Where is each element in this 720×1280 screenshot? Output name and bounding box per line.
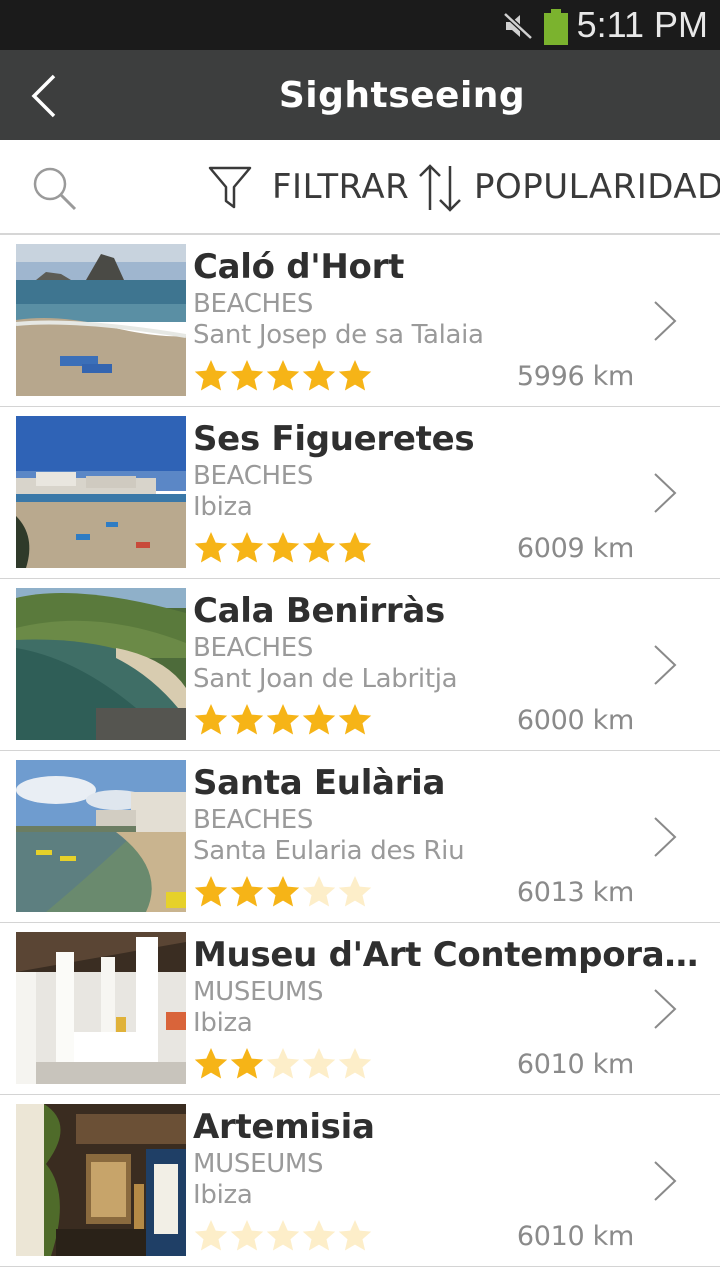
star-filled-icon (338, 360, 372, 391)
rating-stars (193, 874, 373, 910)
star-filled-icon (230, 1048, 264, 1079)
star-filled-icon (266, 360, 300, 391)
star-filled-icon (302, 360, 336, 391)
list-item[interactable]: Ses Figueretes BEACHES Ibiza 6009 km (0, 407, 720, 579)
sort-icon[interactable] (416, 162, 464, 214)
resort-beach-photo (16, 760, 186, 912)
star-empty-icon (338, 1048, 372, 1079)
star-empty-icon (266, 1048, 300, 1079)
star-empty-icon (302, 876, 336, 907)
item-category: BEACHES (193, 633, 314, 663)
item-title: Cala Benirràs (193, 591, 445, 631)
list-item[interactable]: Cala Benirràs BEACHES Sant Joan de Labri… (0, 579, 720, 751)
item-title: Museu d'Art Contemporani d'E... (193, 935, 713, 975)
rating-stars (193, 530, 373, 566)
star-filled-icon (194, 360, 228, 391)
museum-interior-photo (16, 932, 186, 1084)
star-filled-icon (194, 532, 228, 563)
battery-icon (544, 9, 568, 45)
beach-rock-photo (16, 244, 186, 396)
star-filled-icon (194, 1048, 228, 1079)
filter-icon[interactable] (207, 163, 253, 211)
star-filled-icon (230, 360, 264, 391)
star-empty-icon (266, 1220, 300, 1251)
item-category: MUSEUMS (193, 977, 324, 1007)
search-icon[interactable] (30, 164, 78, 212)
star-filled-icon (194, 704, 228, 735)
beach-town-photo (16, 416, 186, 568)
status-time: 5:11 PM (576, 4, 708, 45)
list-item[interactable]: Caló d'Hort BEACHES Sant Josep de sa Tal… (0, 235, 720, 407)
item-title: Artemisia (193, 1107, 375, 1147)
rating-stars (193, 1046, 373, 1082)
star-empty-icon (230, 1220, 264, 1251)
item-title: Santa Eulària (193, 763, 446, 803)
star-filled-icon (266, 876, 300, 907)
gallery-entrance-photo (16, 1104, 186, 1256)
page-title: Sightseeing (278, 75, 526, 116)
star-filled-icon (338, 704, 372, 735)
item-category: BEACHES (193, 805, 314, 835)
item-distance: 6009 km (516, 533, 634, 564)
star-empty-icon (302, 1048, 336, 1079)
item-title: Ses Figueretes (193, 419, 475, 459)
item-location: Ibiza (193, 492, 253, 522)
rating-stars (193, 1218, 373, 1254)
rating-stars (193, 358, 373, 394)
item-distance: 5996 km (516, 361, 634, 392)
item-distance: 6010 km (516, 1221, 634, 1252)
toolbar: FILTRAR POPULARIDADE (0, 140, 720, 235)
list-item[interactable]: Santa Eulària BEACHES Santa Eularia des … (0, 751, 720, 923)
list-item[interactable]: Artemisia MUSEUMS Ibiza 6010 km (0, 1095, 720, 1267)
star-filled-icon (230, 704, 264, 735)
star-filled-icon (302, 704, 336, 735)
item-location: Ibiza (193, 1008, 253, 1038)
chevron-right-icon (654, 1161, 677, 1201)
star-filled-icon (338, 532, 372, 563)
mute-icon (503, 12, 533, 40)
sort-button[interactable]: POPULARIDADE (474, 166, 720, 208)
item-title: Caló d'Hort (193, 247, 405, 287)
chevron-right-icon (654, 473, 677, 513)
app-bar: Sightseeing (0, 50, 720, 140)
item-category: BEACHES (193, 461, 314, 491)
sightseeing-list: Caló d'Hort BEACHES Sant Josep de sa Tal… (0, 235, 720, 1267)
item-location: Sant Joan de Labritja (193, 664, 458, 694)
star-filled-icon (266, 704, 300, 735)
chevron-right-icon (654, 301, 677, 341)
filter-button[interactable]: FILTRAR (272, 166, 409, 208)
star-empty-icon (338, 1220, 372, 1251)
star-filled-icon (230, 876, 264, 907)
item-distance: 6010 km (516, 1049, 634, 1080)
star-filled-icon (266, 532, 300, 563)
cove-photo (16, 588, 186, 740)
status-bar: 5:11 PM (0, 0, 720, 50)
star-filled-icon (194, 876, 228, 907)
chevron-right-icon (654, 645, 677, 685)
list-item[interactable]: Museu d'Art Contemporani d'E... MUSEUMS … (0, 923, 720, 1095)
item-category: MUSEUMS (193, 1149, 324, 1179)
star-filled-icon (302, 532, 336, 563)
star-filled-icon (230, 532, 264, 563)
item-distance: 6000 km (516, 705, 634, 736)
star-empty-icon (302, 1220, 336, 1251)
item-category: BEACHES (193, 289, 314, 319)
star-empty-icon (338, 876, 372, 907)
item-location: Santa Eularia des Riu (193, 836, 465, 866)
item-location: Ibiza (193, 1180, 253, 1210)
item-location: Sant Josep de sa Talaia (193, 320, 484, 350)
chevron-right-icon (654, 817, 677, 857)
chevron-right-icon (654, 989, 677, 1029)
star-empty-icon (194, 1220, 228, 1251)
item-distance: 6013 km (516, 877, 634, 908)
rating-stars (193, 702, 373, 738)
